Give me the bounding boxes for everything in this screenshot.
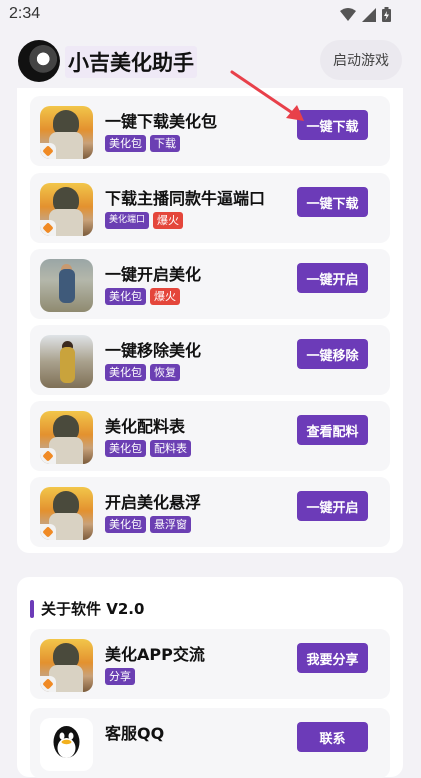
about-item-title: 客服QQ: [105, 724, 165, 743]
feature-title: 一键下载美化包: [105, 112, 218, 131]
photo-thumbnail: [40, 335, 93, 388]
status-icons: [340, 7, 391, 22]
game-thumbnail: [40, 639, 93, 692]
tag-badge: 配料表: [150, 440, 191, 457]
feature-title: 美化配料表: [105, 417, 186, 436]
tag-badge: 下载: [150, 135, 180, 152]
feature-item[interactable]: 下载主播同款牛逼端口 美化端口 爆火 一键下载: [30, 173, 390, 243]
feature-item[interactable]: 一键移除美化 美化包 恢复 一键移除: [30, 325, 390, 395]
feature-title: 一键移除美化: [105, 341, 202, 360]
feature-item[interactable]: 一键开启美化 美化包 爆火 一键开启: [30, 249, 390, 319]
feature-item[interactable]: 开启美化悬浮 美化包 悬浮窗 一键开启: [30, 477, 390, 547]
tag-badge: 美化包: [105, 516, 146, 533]
enable-float-button[interactable]: 一键开启: [297, 491, 368, 521]
tag-badge: 美化包: [105, 135, 146, 152]
tag-badge: 美化包: [105, 364, 146, 381]
app-title: 小吉美化助手: [65, 46, 197, 78]
feature-card: 一键下载美化包 美化包 下载 一键下载 下载主播同款牛逼端口 美化端口 爆火 一…: [17, 88, 403, 553]
tag-badge: 爆火: [153, 212, 184, 229]
feature-title: 开启美化悬浮: [105, 493, 202, 512]
tag-badge: 恢复: [150, 364, 180, 381]
about-item-title: 美化APP交流: [105, 645, 205, 664]
app-header: 小吉美化助手 启动游戏: [0, 30, 421, 92]
feature-item[interactable]: 美化配料表 美化包 配料表 查看配料: [30, 401, 390, 471]
photo-thumbnail: [40, 259, 93, 312]
section-title: 关于软件 V2.0: [30, 598, 144, 619]
start-game-button[interactable]: 启动游戏: [320, 40, 402, 80]
feature-item[interactable]: 一键下载美化包 美化包 下载 一键下载: [30, 96, 390, 166]
game-thumbnail: [40, 183, 93, 236]
avatar: [18, 40, 60, 82]
signal-icon: [362, 7, 376, 22]
view-ingredients-button[interactable]: 查看配料: [297, 415, 368, 445]
tag-badge: 爆火: [150, 288, 180, 305]
tag-badge: 美化端口: [105, 212, 150, 229]
feature-title: 一键开启美化: [105, 265, 202, 284]
about-item[interactable]: 客服QQ 联系: [30, 708, 390, 778]
game-thumbnail: [40, 487, 93, 540]
battery-icon: [382, 7, 391, 22]
tag-badge: 美化包: [105, 440, 146, 457]
share-button[interactable]: 我要分享: [297, 643, 368, 673]
tag-badge: 分享: [105, 668, 135, 685]
tag-badge: 悬浮窗: [150, 516, 191, 533]
status-bar: 2:34: [0, 0, 421, 30]
section-accent-bar: [30, 599, 34, 618]
download-port-button[interactable]: 一键下载: [297, 187, 368, 217]
game-thumbnail: [40, 411, 93, 464]
tag-badge: 美化包: [105, 288, 146, 305]
wifi-icon: [340, 7, 356, 21]
about-item[interactable]: 美化APP交流 分享 我要分享: [30, 629, 390, 699]
feature-title: 下载主播同款牛逼端口: [105, 189, 266, 208]
game-thumbnail: [40, 106, 93, 159]
about-card: 关于软件 V2.0 美化APP交流 分享 我要分享 客服QQ 联系: [17, 577, 403, 778]
qq-penguin-icon: [40, 718, 93, 771]
status-time: 2:34: [9, 5, 41, 22]
enable-button[interactable]: 一键开启: [297, 263, 368, 293]
download-button[interactable]: 一键下载: [297, 110, 368, 140]
remove-button[interactable]: 一键移除: [297, 339, 368, 369]
section-title-text: 关于软件 V2.0: [41, 600, 145, 618]
